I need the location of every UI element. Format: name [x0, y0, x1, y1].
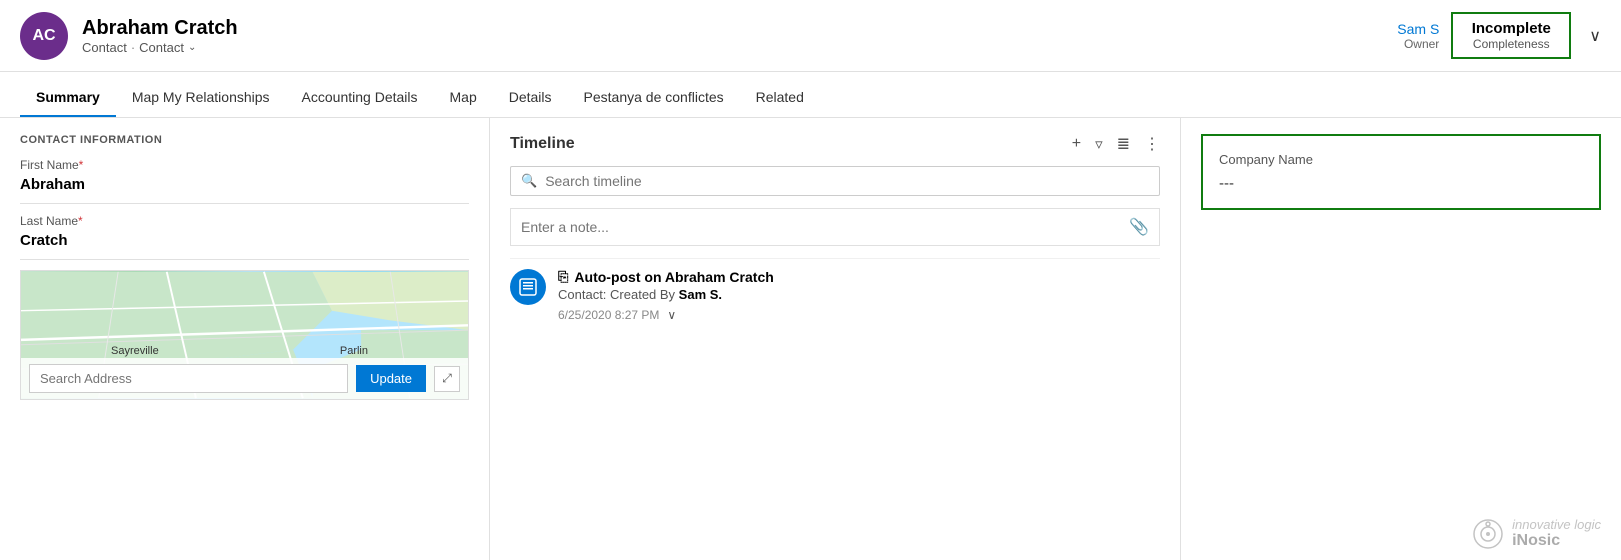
owner-block: Sam S Owner [1397, 21, 1439, 51]
timeline-search-input[interactable] [545, 173, 1149, 189]
attachment-icon[interactable]: 📎 [1129, 217, 1149, 237]
map-overlay-bar: Update ⤢ [21, 358, 468, 399]
field-divider-2 [20, 259, 469, 260]
header-right: Sam S Owner Incomplete Completeness ∨ [1397, 12, 1601, 59]
completeness-badge[interactable]: Incomplete Completeness [1451, 12, 1571, 59]
map-container: Sayreville Parlin Update ⤢ [20, 270, 469, 400]
last-name-group: Last Name* Cratch [20, 214, 469, 249]
tab-details[interactable]: Details [493, 79, 568, 117]
timeline-filter-button[interactable]: ▿ [1095, 135, 1103, 153]
left-panel: CONTACT INFORMATION First Name* Abraham … [0, 118, 490, 560]
owner-name[interactable]: Sam S [1397, 21, 1439, 37]
entry-expand-button[interactable]: ∨ [667, 308, 676, 322]
inosic-logo-icon [1472, 518, 1504, 550]
middle-panel: Timeline + ▿ ≣ ⋮ 🔍 📎 [490, 118, 1181, 560]
entry-subtitle: Contact: Created By Sam S. [558, 287, 1160, 302]
separator: · [131, 40, 135, 55]
timeline-add-button[interactable]: + [1072, 135, 1081, 153]
nav-tabs: Summary Map My Relationships Accounting … [0, 72, 1621, 118]
right-panel: Company Name --- [1181, 118, 1621, 560]
map-parlin-label: Parlin [340, 345, 368, 357]
contact-type1: Contact [82, 40, 127, 55]
entry-date: 6/25/2020 8:27 PM [558, 308, 659, 322]
contact-type: Contact · Contact ⌄ [82, 40, 1397, 55]
timeline-actions: + ▿ ≣ ⋮ [1072, 134, 1160, 154]
entry-title: ⎘ Auto-post on Abraham Cratch [558, 269, 1160, 285]
timeline-title: Timeline [510, 135, 1072, 153]
tab-pestanya[interactable]: Pestanya de conflictes [568, 79, 740, 117]
tab-related[interactable]: Related [740, 79, 820, 117]
tab-map[interactable]: Map [434, 79, 493, 117]
tab-map-my-relationships[interactable]: Map My Relationships [116, 79, 286, 117]
page-header: AC Abraham Cratch Contact · Contact ⌄ Sa… [0, 0, 1621, 72]
company-name-label: Company Name [1219, 152, 1583, 167]
entry-body: ⎘ Auto-post on Abraham Cratch Contact: C… [558, 269, 1160, 322]
timeline-search-icon: 🔍 [521, 173, 537, 189]
type-dropdown-chevron[interactable]: ⌄ [188, 42, 196, 53]
contact-name: Abraham Cratch [82, 17, 1397, 40]
map-expand-icon[interactable]: ⤢ [434, 366, 460, 392]
first-name-group: First Name* Abraham [20, 158, 469, 193]
completeness-title: Incomplete [1472, 20, 1551, 37]
owner-label: Owner [1397, 37, 1439, 51]
watermark-text: innovative logic iNosic [1512, 517, 1601, 550]
company-name-value: --- [1219, 175, 1583, 192]
last-name-value: Cratch [20, 232, 469, 249]
first-name-label: First Name* [20, 158, 469, 172]
timeline-more-button[interactable]: ⋮ [1144, 134, 1160, 154]
tab-summary[interactable]: Summary [20, 79, 116, 117]
watermark: innovative logic iNosic [1472, 517, 1601, 550]
tab-accounting-details[interactable]: Accounting Details [286, 79, 434, 117]
contact-info-section-title: CONTACT INFORMATION [20, 134, 469, 146]
company-card: Company Name --- [1201, 134, 1601, 210]
entry-meta: 6/25/2020 8:27 PM ∨ [558, 308, 1160, 322]
timeline-sort-button[interactable]: ≣ [1117, 134, 1130, 154]
main-content: CONTACT INFORMATION First Name* Abraham … [0, 118, 1621, 560]
completeness-sub: Completeness [1473, 37, 1550, 51]
update-button[interactable]: Update [356, 365, 426, 392]
entry-post-icon: ⎘ [558, 269, 568, 285]
last-name-label: Last Name* [20, 214, 469, 228]
field-divider-1 [20, 203, 469, 204]
contact-type2: Contact [139, 40, 184, 55]
timeline-entry: ⎘ Auto-post on Abraham Cratch Contact: C… [510, 258, 1160, 332]
contact-info-header: Abraham Cratch Contact · Contact ⌄ [82, 17, 1397, 55]
first-name-value: Abraham [20, 176, 469, 193]
search-address-input[interactable] [29, 364, 348, 393]
map-sayreville-label: Sayreville [111, 345, 159, 357]
note-input[interactable] [521, 219, 1121, 235]
header-expand-chevron[interactable]: ∨ [1589, 26, 1601, 46]
entry-avatar [510, 269, 546, 305]
timeline-search-bar: 🔍 [510, 166, 1160, 196]
contact-avatar: AC [20, 12, 68, 60]
note-input-row: 📎 [510, 208, 1160, 246]
timeline-header: Timeline + ▿ ≣ ⋮ [510, 134, 1160, 154]
